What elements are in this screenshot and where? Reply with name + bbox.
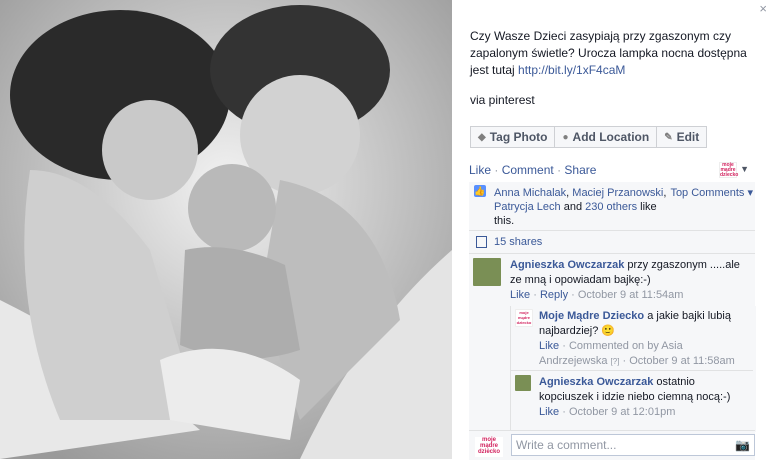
reply-like-link[interactable]: Like: [539, 406, 559, 418]
pencil-icon: ✎: [664, 131, 673, 143]
like-comment-share: Like · Comment · Share: [469, 163, 596, 177]
like-link[interactable]: Like: [469, 163, 491, 177]
liker-link[interactable]: Anna Michalak: [494, 187, 566, 199]
photo-actions: ◆ Tag Photo ● Add Location ✎ Edit: [470, 126, 708, 148]
separator-dot: ·: [557, 163, 562, 177]
comment-timestamp[interactable]: October 9 at 11:54am: [578, 289, 684, 301]
reply-author[interactable]: Moje Mądre Dziecko: [539, 310, 644, 322]
write-comment-row: moje mądre dziecko Write a comment... 📷: [469, 430, 755, 460]
add-location-button[interactable]: ● Add Location: [554, 126, 658, 148]
edit-button[interactable]: ✎ Edit: [656, 126, 708, 148]
likes-summary: Anna Michalak, Maciej Przanowski, Patryc…: [494, 187, 667, 227]
comment-input[interactable]: Write a comment... 📷: [511, 434, 755, 456]
shares-row: 15 shares: [469, 231, 755, 254]
likes-and: and: [560, 201, 586, 213]
comment-reply-link[interactable]: Reply: [540, 289, 568, 301]
avatar-logo-text: moje mądre dziecko: [516, 310, 532, 325]
camera-icon[interactable]: 📷: [735, 438, 750, 452]
post-caption: Czy Wasze Dzieci zasypiają przy zgaszony…: [470, 28, 760, 79]
share-link[interactable]: Share: [564, 163, 596, 177]
location-pin-icon: ●: [562, 131, 569, 143]
avatar[interactable]: [473, 258, 501, 286]
liker-link[interactable]: Maciej Przanowski: [572, 187, 663, 199]
avatar[interactable]: [515, 375, 531, 391]
reply-item: Agnieszka Owczarzak ostatnio kopciuszek …: [539, 375, 739, 420]
reply-item: Moje Mądre Dziecko a jakie bajki lubią n…: [539, 309, 739, 369]
divider: [511, 370, 753, 371]
caption-link[interactable]: http://bit.ly/1xF4caM: [518, 63, 625, 77]
feedback-panel: 👍 Anna Michalak, Maciej Przanowski, Patr…: [469, 182, 756, 460]
separator-dot: ·: [494, 163, 499, 177]
chevron-down-icon[interactable]: ▼: [740, 164, 749, 174]
reply-meta: Like · October 9 at 12:01pm: [539, 406, 676, 418]
replies-thread: moje mądre dziecko Moje Mądre Dziecko a …: [510, 306, 756, 432]
via-text: via pinterest: [470, 93, 535, 107]
top-comments-dropdown[interactable]: Top Comments ▾: [670, 186, 753, 199]
photo-children-sleeping: [0, 0, 452, 459]
page-avatar-selector[interactable]: moje mądre dziecko: [719, 162, 739, 178]
comment-like-link[interactable]: Like: [510, 289, 530, 301]
others-link[interactable]: 230 others: [585, 201, 637, 213]
info-marker[interactable]: [?]: [611, 357, 620, 366]
reply-timestamp[interactable]: October 9 at 12:01pm: [569, 406, 675, 418]
reply-like-link[interactable]: Like: [539, 340, 559, 352]
avatar: moje mądre dziecko: [475, 437, 503, 457]
add-location-label: Add Location: [572, 130, 650, 144]
close-icon[interactable]: ×: [759, 1, 767, 16]
comment-item: Agnieszka Owczarzak przy zgaszonym .....…: [510, 258, 750, 303]
comment-author[interactable]: Agnieszka Owczarzak: [510, 259, 624, 271]
share-icon: [476, 236, 487, 248]
comment-link[interactable]: Comment: [502, 163, 554, 177]
photo-sidebar: × Czy Wasze Dzieci zasypiają przy zgaszo…: [452, 0, 773, 460]
reply-author[interactable]: Agnieszka Owczarzak: [539, 376, 653, 388]
tag-photo-button[interactable]: ◆ Tag Photo: [470, 126, 556, 148]
tag-icon: ◆: [478, 131, 486, 143]
page-logo-text: moje mądre dziecko: [720, 162, 739, 178]
avatar[interactable]: moje mądre dziecko: [515, 309, 533, 327]
comment-meta: Like · Reply · October 9 at 11:54am: [510, 289, 684, 301]
likes-row: 👍 Anna Michalak, Maciej Przanowski, Patr…: [469, 182, 755, 231]
tag-photo-label: Tag Photo: [489, 130, 548, 144]
avatar-logo-text: moje mądre dziecko: [477, 437, 500, 455]
liker-link[interactable]: Patrycja Lech: [494, 201, 561, 213]
comment-placeholder: Write a comment...: [516, 438, 617, 452]
edit-label: Edit: [676, 130, 700, 144]
shares-link[interactable]: 15 shares: [494, 236, 542, 248]
reply-meta: Like · Commented on by Asia Andrzejewska…: [539, 340, 735, 367]
reply-timestamp[interactable]: October 9 at 11:58am: [629, 355, 735, 367]
thumbs-up-icon: 👍: [474, 185, 486, 197]
photo-viewer[interactable]: [0, 0, 452, 459]
